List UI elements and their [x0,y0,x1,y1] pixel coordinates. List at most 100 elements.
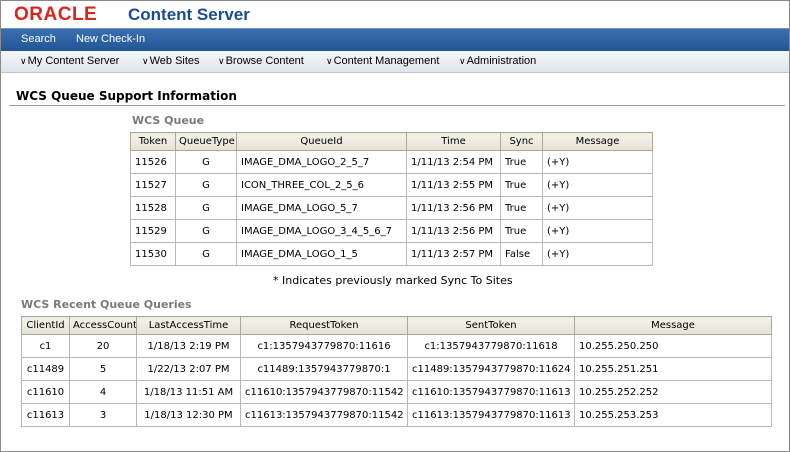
table-row: c11613 3 1/18/13 12:30 PM c11613:1357943… [21,403,772,427]
token-cell: 11528 [130,196,176,220]
table-row: c11610 4 1/18/13 11:51 AM c11610:1357943… [21,380,772,404]
request-token-cell: c11613:1357943779870:11542 [240,403,408,427]
chevron-down-icon: ∨ [20,56,27,66]
main-menu-bar: ∨My Content Server ∨Web Sites ∨Browse Co… [1,51,789,73]
last-access-time-cell: 1/18/13 11:51 AM [136,380,241,404]
column-header[interactable]: Message [574,316,772,335]
column-header[interactable]: Time [406,132,501,151]
menu-label: Web Sites [149,55,200,67]
chevron-down-icon: ∨ [459,56,466,66]
queue-type-cell: G [175,173,237,197]
top-nav-bar: Search New Check-In [1,28,789,51]
table-row: 11529 G IMAGE_DMA_LOGO_3_4_5_6_7 1/11/13… [130,219,653,243]
token-cell: 11527 [130,173,176,197]
menu-browse-content[interactable]: ∨Browse Content [218,55,304,67]
queue-type-cell: G [175,196,237,220]
column-header[interactable]: AccessCount [69,316,137,335]
last-access-time-cell: 1/22/13 2:07 PM [136,357,241,381]
menu-web-sites[interactable]: ∨Web Sites [142,55,200,67]
access-count-cell: 5 [69,357,137,381]
last-access-time-cell: 1/18/13 12:30 PM [136,403,241,427]
message-cell: (+Y) [542,150,653,174]
title-divider [9,105,785,106]
time-cell: 1/11/13 2:55 PM [406,173,501,197]
request-token-cell: c11489:1357943779870:1 [240,357,408,381]
menu-administration[interactable]: ∨Administration [459,55,536,67]
message-cell: 10.255.252.252 [574,380,772,404]
sent-token-cell: c11613:1357943779870:11613 [407,403,575,427]
sync-cell: True [500,173,543,197]
sent-token-cell: c11489:1357943779870:11624 [407,357,575,381]
queue-id-cell: IMAGE_DMA_LOGO_1_5 [236,242,407,266]
table-row: c11489 5 1/22/13 2:07 PM c11489:13579437… [21,357,772,381]
column-header[interactable]: Token [130,132,176,151]
client-id-cell: c11610 [21,380,70,404]
time-cell: 1/11/13 2:56 PM [406,219,501,243]
menu-label: Administration [466,55,537,67]
request-token-cell: c1:1357943779870:11616 [240,334,408,358]
sync-note: * Indicates previously marked Sync To Si… [273,274,513,287]
column-header[interactable]: RequestToken [240,316,408,335]
message-cell: (+Y) [542,219,653,243]
table-row: 11527 G ICON_THREE_COL_2_5_6 1/11/13 2:5… [130,173,653,197]
sent-token-cell: c11610:1357943779870:11613 [407,380,575,404]
oracle-logo[interactable]: ORACLE [14,5,97,25]
content-server-window: ORACLE Content Server Search New Check-I… [0,0,790,452]
queue-type-cell: G [175,242,237,266]
sync-cell: True [500,196,543,220]
access-count-cell: 3 [69,403,137,427]
new-checkin-link[interactable]: New Check-In [76,33,145,45]
client-id-cell: c11489 [21,357,70,381]
message-cell: 10.255.250.250 [574,334,772,358]
page-title: WCS Queue Support Information [16,89,237,103]
client-id-cell: c11613 [21,403,70,427]
recent-queries-table: ClientId AccessCount LastAccessTime Requ… [21,316,772,427]
access-count-cell: 20 [69,334,137,358]
chevron-down-icon: ∨ [218,56,225,66]
table-row: 11530 G IMAGE_DMA_LOGO_1_5 1/11/13 2:57 … [130,242,653,266]
time-cell: 1/11/13 2:56 PM [406,196,501,220]
column-header[interactable]: ClientId [21,316,70,335]
chevron-down-icon: ∨ [326,56,333,66]
queue-type-cell: G [175,219,237,243]
table-header-row: Token QueueType QueueId Time Sync Messag… [130,132,653,151]
queue-id-cell: IMAGE_DMA_LOGO_2_5_7 [236,150,407,174]
search-link[interactable]: Search [21,33,56,45]
app-header: ORACLE Content Server [1,1,789,28]
table-row: 11528 G IMAGE_DMA_LOGO_5_7 1/11/13 2:56 … [130,196,653,220]
message-cell: (+Y) [542,242,653,266]
message-cell: 10.255.253.253 [574,403,772,427]
sync-cell: False [500,242,543,266]
menu-content-management[interactable]: ∨Content Management [326,55,439,67]
time-cell: 1/11/13 2:54 PM [406,150,501,174]
token-cell: 11529 [130,219,176,243]
message-cell: (+Y) [542,196,653,220]
queue-id-cell: IMAGE_DMA_LOGO_3_4_5_6_7 [236,219,407,243]
column-header[interactable]: Sync [500,132,543,151]
client-id-cell: c1 [21,334,70,358]
chevron-down-icon: ∨ [142,56,149,66]
table-row: 11526 G IMAGE_DMA_LOGO_2_5_7 1/11/13 2:5… [130,150,653,174]
product-name: Content Server [128,5,250,24]
time-cell: 1/11/13 2:57 PM [406,242,501,266]
menu-label: My Content Server [27,55,120,67]
last-access-time-cell: 1/18/13 2:19 PM [136,334,241,358]
queue-section-title: WCS Queue [132,114,205,127]
menu-label: Browse Content [225,55,304,67]
column-header[interactable]: QueueType [175,132,237,151]
access-count-cell: 4 [69,380,137,404]
column-header[interactable]: SentToken [407,316,575,335]
message-cell: 10.255.251.251 [574,357,772,381]
column-header[interactable]: LastAccessTime [136,316,241,335]
sync-cell: True [500,150,543,174]
column-header[interactable]: Message [542,132,653,151]
column-header[interactable]: QueueId [236,132,407,151]
menu-my-content-server[interactable]: ∨My Content Server [20,55,119,67]
table-row: c1 20 1/18/13 2:19 PM c1:1357943779870:1… [21,334,772,358]
token-cell: 11526 [130,150,176,174]
queue-table: Token QueueType QueueId Time Sync Messag… [130,132,653,266]
menu-label: Content Management [333,55,440,67]
queue-id-cell: ICON_THREE_COL_2_5_6 [236,173,407,197]
token-cell: 11530 [130,242,176,266]
queue-type-cell: G [175,150,237,174]
